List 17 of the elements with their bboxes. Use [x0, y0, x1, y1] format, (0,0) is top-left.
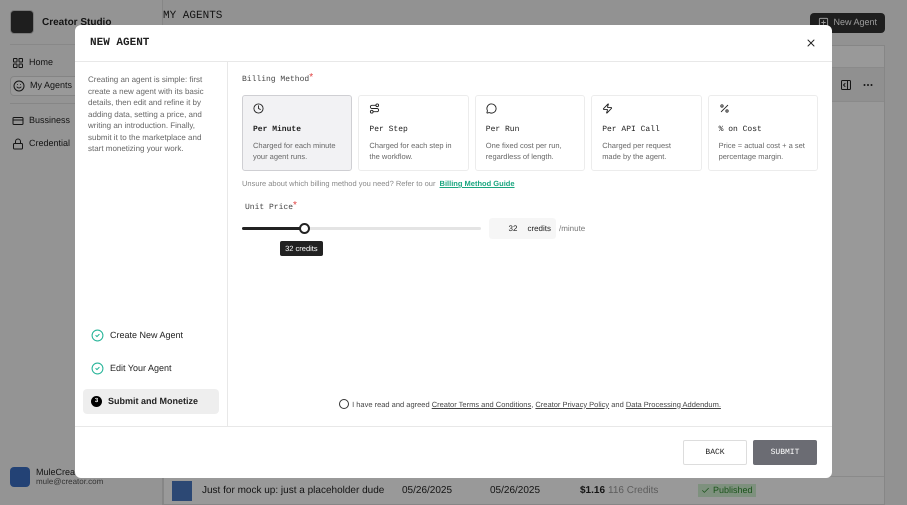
price-suffix: /minute — [559, 222, 586, 235]
unit-price-label: Unit Price — [245, 203, 294, 214]
required-mark: * — [293, 202, 297, 210]
intro-text: Creating an agent is simple: first create a new agent with its basic details, then edit and refine it by adding data, setting a price, and writing an introduction. Finally, submit it to the marketplace and start monetizing your work. — [87, 74, 205, 154]
billing-method-label: Billing Method — [242, 74, 310, 86]
created-date: 05/26/2025 — [402, 484, 454, 498]
price: $1.16 — [580, 484, 606, 498]
user-name: MuleCrea — [36, 467, 76, 477]
agent-title: Just for mock up: just a placeholder dude — [202, 484, 386, 498]
status-badge: Published — [698, 484, 756, 498]
user-email: mule@creator.com — [36, 477, 104, 487]
required-mark: * — [309, 74, 314, 82]
page-title: MY AGENTS — [163, 9, 222, 24]
dialog-title: NEW AGENT — [90, 36, 150, 51]
app-name: Creator Studio — [42, 16, 112, 30]
credits: 116 Credits — [608, 484, 660, 498]
updated-date: 05/26/2025 — [490, 484, 542, 498]
